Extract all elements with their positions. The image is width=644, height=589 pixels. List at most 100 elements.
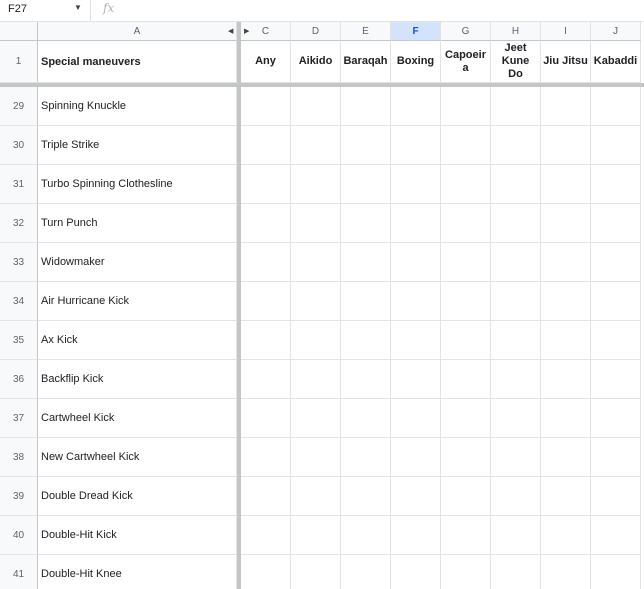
column-header-i[interactable]: I bbox=[541, 22, 591, 41]
row-number[interactable]: 38 bbox=[0, 438, 38, 477]
maneuver-cell[interactable]: Turbo Spinning Clothesline bbox=[38, 165, 237, 204]
row-number[interactable]: 33 bbox=[0, 243, 38, 282]
grid-cell[interactable] bbox=[541, 165, 591, 204]
maneuver-cell[interactable]: Spinning Knuckle bbox=[38, 87, 237, 126]
grid-cell[interactable] bbox=[291, 555, 341, 589]
grid-cell[interactable] bbox=[241, 243, 291, 282]
grid-cell[interactable] bbox=[591, 243, 641, 282]
maneuver-cell[interactable]: Ax Kick bbox=[38, 321, 237, 360]
grid-cell[interactable] bbox=[291, 477, 341, 516]
column-header-a[interactable]: A bbox=[38, 22, 237, 41]
collapse-left-icon[interactable]: ◀ bbox=[228, 28, 233, 35]
expand-right-icon[interactable]: ▶ bbox=[244, 28, 249, 35]
grid-cell[interactable] bbox=[591, 360, 641, 399]
grid-cell[interactable] bbox=[441, 87, 491, 126]
row-number[interactable]: 39 bbox=[0, 477, 38, 516]
grid-cell[interactable] bbox=[541, 87, 591, 126]
maneuver-cell[interactable]: Triple Strike bbox=[38, 126, 237, 165]
header-cell[interactable]: Aikido bbox=[291, 41, 341, 83]
grid-cell[interactable] bbox=[541, 126, 591, 165]
grid-cell[interactable] bbox=[491, 516, 541, 555]
grid-cell[interactable] bbox=[491, 555, 541, 589]
grid-cell[interactable] bbox=[441, 555, 491, 589]
row-number[interactable]: 37 bbox=[0, 399, 38, 438]
grid-cell[interactable] bbox=[541, 360, 591, 399]
grid-cell[interactable] bbox=[491, 126, 541, 165]
grid-cell[interactable] bbox=[341, 438, 391, 477]
maneuver-cell[interactable]: Double-Hit Kick bbox=[38, 516, 237, 555]
grid-cell[interactable] bbox=[241, 399, 291, 438]
header-cell[interactable]: Boxing bbox=[391, 41, 441, 83]
row-number[interactable]: 36 bbox=[0, 360, 38, 399]
row-number[interactable]: 32 bbox=[0, 204, 38, 243]
grid-cell[interactable] bbox=[291, 204, 341, 243]
grid-cell[interactable] bbox=[341, 126, 391, 165]
grid-cell[interactable] bbox=[241, 438, 291, 477]
row-number[interactable]: 31 bbox=[0, 165, 38, 204]
grid-cell[interactable] bbox=[241, 282, 291, 321]
grid-cell[interactable] bbox=[341, 87, 391, 126]
grid-cell[interactable] bbox=[241, 321, 291, 360]
grid-cell[interactable] bbox=[591, 87, 641, 126]
header-cell[interactable]: Baraqah bbox=[341, 41, 391, 83]
maneuver-cell[interactable]: Double-Hit Knee bbox=[38, 555, 237, 589]
grid-cell[interactable] bbox=[291, 282, 341, 321]
maneuver-cell[interactable]: Cartwheel Kick bbox=[38, 399, 237, 438]
freeze-column-divider[interactable] bbox=[237, 22, 241, 589]
grid-cell[interactable] bbox=[341, 477, 391, 516]
grid-cell[interactable] bbox=[491, 399, 541, 438]
row-number[interactable]: 34 bbox=[0, 282, 38, 321]
grid-cell[interactable] bbox=[591, 126, 641, 165]
grid-cell[interactable] bbox=[291, 438, 341, 477]
grid-cell[interactable] bbox=[291, 516, 341, 555]
grid-cell[interactable] bbox=[441, 321, 491, 360]
grid-cell[interactable] bbox=[591, 321, 641, 360]
grid-cell[interactable] bbox=[241, 126, 291, 165]
grid-cell[interactable] bbox=[341, 165, 391, 204]
header-cell[interactable]: Jeet Kune Do bbox=[491, 41, 541, 83]
grid-cell[interactable] bbox=[291, 243, 341, 282]
grid-cell[interactable] bbox=[391, 282, 441, 321]
grid-cell[interactable] bbox=[391, 321, 441, 360]
grid-cell[interactable] bbox=[591, 399, 641, 438]
column-header-h[interactable]: H bbox=[491, 22, 541, 41]
grid-cell[interactable] bbox=[291, 165, 341, 204]
header-cell[interactable]: Jiu Jitsu bbox=[541, 41, 591, 83]
grid-cell[interactable] bbox=[391, 477, 441, 516]
grid-cell[interactable] bbox=[341, 282, 391, 321]
grid-cell[interactable] bbox=[491, 87, 541, 126]
grid-cell[interactable] bbox=[491, 438, 541, 477]
name-box[interactable]: F27 ▼ bbox=[0, 0, 91, 21]
grid-cell[interactable] bbox=[491, 243, 541, 282]
header-cell[interactable]: Any bbox=[241, 41, 291, 83]
grid-cell[interactable] bbox=[491, 477, 541, 516]
grid-cell[interactable] bbox=[541, 555, 591, 589]
grid-cell[interactable] bbox=[391, 555, 441, 589]
grid-cell[interactable] bbox=[391, 243, 441, 282]
grid-cell[interactable] bbox=[291, 360, 341, 399]
maneuver-cell[interactable]: Widowmaker bbox=[38, 243, 237, 282]
freeze-row-divider[interactable] bbox=[0, 83, 644, 87]
maneuver-cell[interactable]: Air Hurricane Kick bbox=[38, 282, 237, 321]
grid-cell[interactable] bbox=[241, 477, 291, 516]
grid-cell[interactable] bbox=[341, 321, 391, 360]
row-number[interactable]: 41 bbox=[0, 555, 38, 589]
grid-cell[interactable] bbox=[391, 360, 441, 399]
chevron-down-icon[interactable]: ▼ bbox=[74, 3, 82, 12]
row-number[interactable]: 40 bbox=[0, 516, 38, 555]
row-number[interactable]: 1 bbox=[0, 41, 38, 83]
grid-cell[interactable] bbox=[541, 399, 591, 438]
grid-cell[interactable] bbox=[441, 126, 491, 165]
grid-cell[interactable] bbox=[591, 555, 641, 589]
grid-cell[interactable] bbox=[541, 516, 591, 555]
row-number[interactable]: 30 bbox=[0, 126, 38, 165]
grid-cell[interactable] bbox=[441, 360, 491, 399]
grid-cell[interactable] bbox=[241, 516, 291, 555]
grid-cell[interactable] bbox=[591, 477, 641, 516]
grid-cell[interactable] bbox=[491, 321, 541, 360]
grid-cell[interactable] bbox=[591, 438, 641, 477]
grid-cell[interactable] bbox=[541, 282, 591, 321]
maneuver-cell[interactable]: Backflip Kick bbox=[38, 360, 237, 399]
column-header-e[interactable]: E bbox=[341, 22, 391, 41]
grid-cell[interactable] bbox=[591, 204, 641, 243]
